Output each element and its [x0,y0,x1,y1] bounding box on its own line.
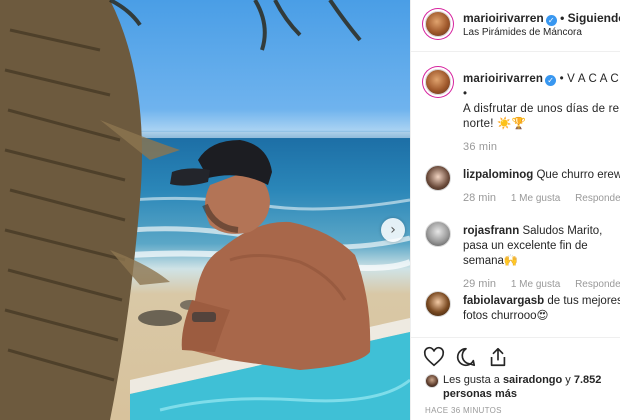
comment-likes[interactable]: 1 Me gusta [511,193,560,204]
comment-time[interactable]: 28 min [463,192,496,204]
caption-meta: 36 min [463,140,620,155]
caption-text-line3: A disfrutar de unos días de relajo [463,103,620,115]
post-actions: Les gusta a sairadongo y 7.852 personas … [411,337,620,420]
likes-prefix: Les gusta a [443,374,500,386]
reply-button[interactable]: Responder [575,193,620,204]
reply-button[interactable]: Responder [575,279,620,290]
chevron-right-icon: › [390,222,396,238]
likes-text: Les gusta a sairadongo y 7.852 personas … [443,373,618,401]
share-icon[interactable] [487,346,509,368]
comment-username[interactable]: rojasfrann [463,225,519,237]
next-photo-button[interactable]: › [381,218,405,242]
comment-body: rojasfrann Saludos Marito, pasa un excel… [463,224,620,292]
post-header: marioirivarren ✓ • Siguiendo Las Pirámide… [411,0,620,52]
posted-time[interactable]: HACE 36 MINUTOS [425,406,502,415]
author-line: marioirivarren ✓ • Siguiendo [463,11,620,26]
author-username[interactable]: marioirivarren [463,11,544,25]
comment-likes[interactable]: 1 Me gusta [511,279,560,290]
comment-username[interactable]: fabiolavargasb [463,295,544,307]
comment-username[interactable]: lizpalominog [463,169,533,181]
verified-badge-icon: ✓ [545,15,557,26]
caption-text-line4: norte! ☀️🏆 [463,118,527,130]
comment-meta: 29 min 1 Me gusta Responder [463,277,620,292]
comment-bubble-icon[interactable] [455,346,477,368]
caption-username[interactable]: marioirivarren [463,73,543,85]
location-link[interactable]: Las Pirámides de Máncora [463,27,582,38]
author-avatar[interactable] [425,11,451,37]
caption-text-line2: • [463,88,468,100]
likes-middle: y [565,374,571,386]
liker-avatar[interactable] [425,374,439,388]
comments-list: marioirivarren✓ • V A C A C I O • A disf… [411,53,620,337]
commenter-avatar[interactable] [425,165,451,191]
commenter-avatar[interactable] [425,221,451,247]
caption-avatar[interactable] [425,69,451,95]
caption-text-line1: • V A C A C I O [559,73,620,85]
photo-scene [0,0,410,420]
comment-text: Que churro erew😍 [536,169,620,181]
comment-body: lizpalominog Que churro erew😍 28 min 1 M… [463,168,620,206]
comment-time[interactable]: 29 min [463,278,496,290]
separator-dot: • [560,11,565,25]
caption-time[interactable]: 36 min [463,141,497,153]
caption-body: marioirivarren✓ • V A C A C I O • A disf… [463,72,620,155]
verified-badge-icon: ✓ [545,75,557,86]
commenter-avatar[interactable] [425,291,451,317]
post-sidebar: marioirivarren ✓ • Siguiendo Las Pirámide… [410,0,620,420]
comment-meta: 28 min 1 Me gusta Responder [463,191,620,206]
following-button[interactable]: Siguiendo [568,11,620,25]
comment-body: fabiolavargasb de tus mejores fotos chur… [463,294,620,324]
post-photo[interactable]: › [0,0,410,420]
heart-outline-icon[interactable] [423,346,445,368]
liker-username[interactable]: sairadongo [503,374,562,386]
